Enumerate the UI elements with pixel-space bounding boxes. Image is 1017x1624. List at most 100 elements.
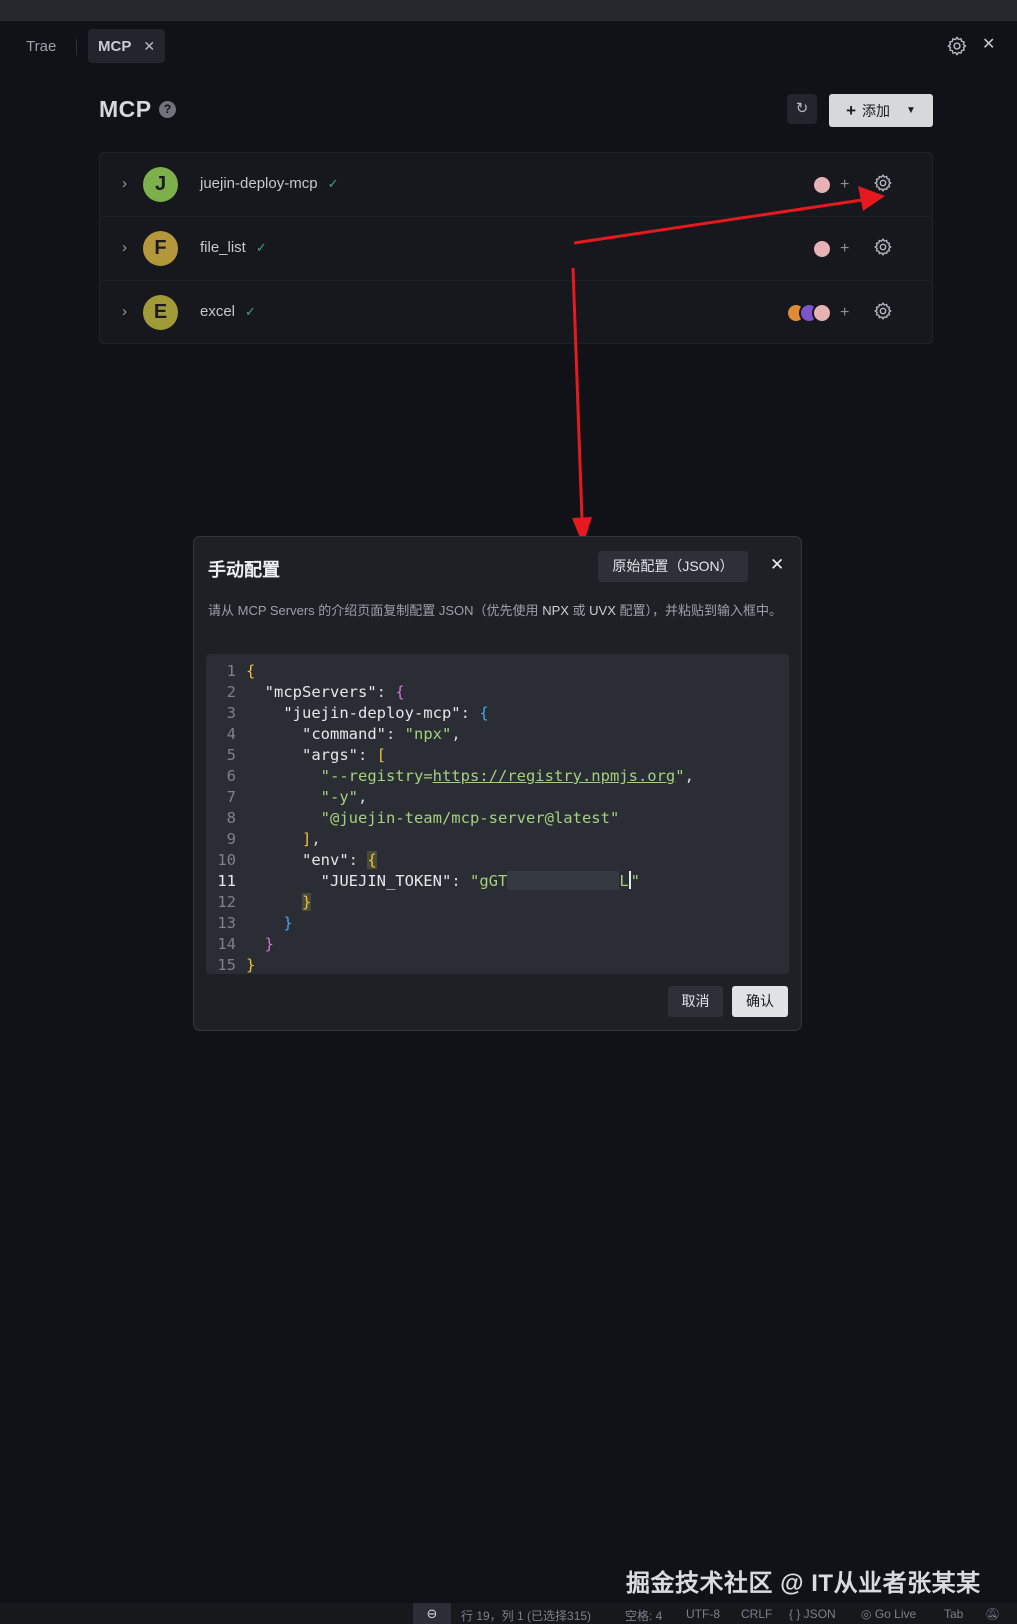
- status-bar: ⊖ 行 19，列 1 (已选择315) 空格: 4 UTF-8 CRLF { }…: [0, 1603, 1017, 1624]
- plus-icon: +: [846, 100, 857, 120]
- line-number: 12: [217, 893, 236, 911]
- tab-mcp-label: MCP: [98, 37, 132, 55]
- code-line: "args": [: [302, 746, 387, 764]
- server-settings-gear-icon[interactable]: [873, 237, 893, 257]
- code-line: }: [302, 893, 312, 911]
- description-uvx: UVX: [589, 603, 616, 618]
- chevron-right-icon[interactable]: ›: [122, 175, 127, 192]
- code-line: "juejin-deploy-mcp": {: [283, 704, 489, 722]
- server-name-text: juejin-deploy-mcp: [200, 175, 318, 192]
- chevron-down-icon[interactable]: ▼: [906, 105, 916, 116]
- line-endings[interactable]: CRLF: [741, 1607, 772, 1621]
- line-number: 9: [226, 830, 236, 848]
- add-button-label: 添加: [862, 102, 891, 119]
- plus-icon[interactable]: +: [840, 304, 849, 322]
- tool-chip: [812, 239, 832, 259]
- server-settings-gear-icon[interactable]: [873, 173, 893, 193]
- tool-chip: [812, 303, 832, 323]
- json-key: "mcpServers": [264, 683, 377, 701]
- os-title-strip: [0, 0, 1017, 21]
- code-line: "--registry=https://registry.npmjs.org",: [320, 767, 694, 785]
- tab-bar: Trae MCP ✕ ✕: [8, 21, 1009, 71]
- line-number: 3: [226, 704, 236, 722]
- line-number: 4: [226, 725, 236, 743]
- avatar: E: [143, 295, 178, 330]
- server-name: excel ✓: [200, 303, 256, 320]
- server-row[interactable]: › F file_list ✓ +: [100, 217, 932, 281]
- server-name: file_list ✓: [200, 239, 267, 256]
- tab-trae-label: Trae: [26, 37, 57, 55]
- raw-config-json-button[interactable]: 原始配置（JSON）: [598, 551, 748, 582]
- description-text: 配置），并粘贴到输入框中。: [615, 603, 783, 618]
- refresh-button[interactable]: ↻: [787, 94, 817, 124]
- tool-chip: [812, 175, 832, 195]
- dialog-description: 请从 MCP Servers 的介绍页面复制配置 JSON（优先使用 NPX 或…: [208, 601, 788, 621]
- check-icon: ✓: [327, 176, 339, 191]
- language-mode[interactable]: { } JSON: [789, 1607, 836, 1621]
- tab-indicator[interactable]: Tab: [944, 1607, 963, 1621]
- cancel-button[interactable]: 取消: [668, 986, 723, 1017]
- go-live-button[interactable]: ◎ Go Live: [861, 1607, 916, 1621]
- line-number: 5: [226, 746, 236, 764]
- json-string: ": [675, 767, 685, 785]
- line-number: 6: [226, 767, 236, 785]
- json-string: L: [619, 872, 629, 890]
- json-key: "JUEJIN_TOKEN": [320, 872, 452, 890]
- bell-off-icon[interactable]: 🔕︎: [985, 1607, 1000, 1621]
- manual-config-dialog: 手动配置 原始配置（JSON） ✕ 请从 MCP Servers 的介绍页面复制…: [193, 536, 802, 1031]
- tab-mcp[interactable]: MCP ✕: [88, 29, 166, 63]
- encoding[interactable]: UTF-8: [686, 1607, 720, 1621]
- avatar: J: [143, 167, 178, 202]
- server-row[interactable]: › J juejin-deploy-mcp ✓ +: [100, 153, 932, 217]
- tool-chips: +: [812, 239, 849, 259]
- json-string: "gGT: [469, 872, 508, 890]
- chevron-right-icon[interactable]: ›: [122, 303, 127, 320]
- watermark: 掘金技术社区 @ IT从业者张某某: [626, 1570, 981, 1597]
- code-line: }: [246, 956, 256, 974]
- server-name: juejin-deploy-mcp ✓: [200, 175, 338, 192]
- code-line: }: [264, 935, 275, 953]
- close-panel-icon[interactable]: ✕: [982, 34, 995, 54]
- tab-trae[interactable]: Trae: [16, 29, 66, 63]
- line-number: 10: [217, 851, 236, 869]
- server-settings-gear-icon[interactable]: [873, 301, 893, 321]
- server-name-text: file_list: [200, 239, 246, 256]
- tool-chips: +: [812, 175, 849, 195]
- server-name-text: excel: [200, 303, 236, 320]
- redacted-token: [507, 871, 620, 890]
- line-number: 11: [217, 872, 236, 890]
- registry-link[interactable]: https://registry.npmjs.org: [433, 767, 676, 785]
- code-line: "command": "npx",: [302, 725, 461, 743]
- line-number: 8: [226, 809, 236, 827]
- code-line: {: [246, 662, 256, 680]
- question-circle-icon[interactable]: ?: [159, 101, 176, 118]
- broadcast-icon: ◎: [861, 1607, 875, 1621]
- code-line: }: [283, 914, 293, 932]
- json-config-editor[interactable]: 1 { 2 "mcpServers": { 3 "juejin-deploy-mc…: [206, 654, 789, 974]
- cursor-position[interactable]: 行 19，列 1 (已选择315): [461, 1607, 591, 1624]
- refresh-icon: ↻: [795, 100, 809, 117]
- check-icon: ✓: [245, 304, 256, 319]
- dialog-title: 手动配置: [208, 560, 280, 580]
- json-string: ": [630, 872, 640, 890]
- plus-icon[interactable]: +: [840, 240, 849, 258]
- mcp-server-list: › J juejin-deploy-mcp ✓ + › F file_list ✓ …: [99, 152, 933, 344]
- code-line: "@juejin-team/mcp-server@latest": [246, 808, 620, 829]
- server-row[interactable]: › E excel ✓ +: [100, 281, 932, 345]
- description-text: 或: [568, 603, 590, 618]
- close-icon[interactable]: ✕: [143, 38, 155, 55]
- chevron-right-icon[interactable]: ›: [122, 239, 127, 256]
- json-string: "npx": [404, 725, 452, 743]
- plus-icon[interactable]: +: [840, 176, 849, 194]
- close-icon[interactable]: ✕: [770, 555, 784, 575]
- add-server-button[interactable]: + 添加 ▼: [829, 94, 933, 127]
- line-number: 7: [226, 788, 236, 806]
- json-key: "args": [302, 746, 358, 764]
- settings-gear-icon[interactable]: [946, 35, 968, 57]
- indentation[interactable]: 空格: 4: [625, 1607, 662, 1624]
- zoom-out-icon[interactable]: ⊖: [413, 1603, 451, 1624]
- json-key: "env": [302, 851, 349, 869]
- check-icon: ✓: [255, 240, 267, 255]
- code-line: ],: [302, 830, 321, 848]
- confirm-button[interactable]: 确认: [732, 986, 788, 1017]
